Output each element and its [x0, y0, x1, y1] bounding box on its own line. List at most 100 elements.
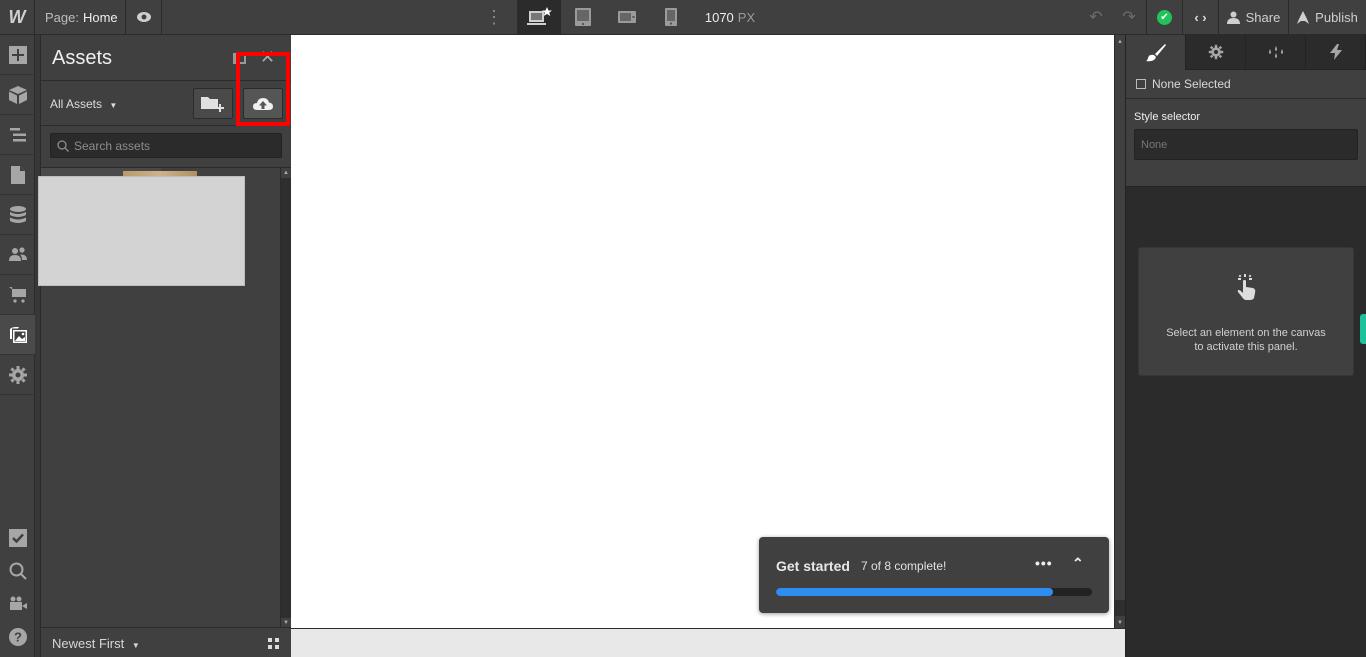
navigator-icon [9, 127, 26, 141]
style-selector-input[interactable]: None [1134, 129, 1358, 160]
drops-icon [1268, 46, 1283, 58]
tab-style-manager[interactable] [1246, 35, 1306, 70]
help-button[interactable]: ? [0, 620, 35, 653]
search-button[interactable] [0, 554, 35, 587]
side-feedback-tab[interactable] [1360, 314, 1366, 344]
publish-label: Publish [1315, 9, 1358, 25]
sort-label: Newest First [52, 636, 125, 651]
user-icon [1226, 11, 1240, 24]
users-button[interactable] [0, 235, 35, 275]
video-camera-icon [9, 596, 27, 610]
pointer-hand-icon [1139, 274, 1353, 306]
svg-text:?: ? [14, 629, 22, 644]
style-selector-section: Style selector None [1126, 99, 1366, 187]
rocket-icon [1297, 10, 1310, 24]
publish-button[interactable]: Publish [1289, 0, 1366, 34]
symbols-button[interactable] [0, 75, 35, 115]
selection-checkbox[interactable] [1136, 79, 1146, 89]
empty-state-line2: to activate this panel. [1194, 341, 1298, 353]
redo-button[interactable]: ↷ [1112, 0, 1147, 34]
get-started-more-button[interactable]: ••• [1035, 555, 1053, 571]
get-started-progress-bar [776, 588, 1092, 596]
cms-button[interactable] [0, 195, 35, 235]
search-icon [57, 139, 69, 152]
highlight-box [236, 52, 290, 126]
asset-list: ▲ ▼ [38, 167, 291, 628]
ecommerce-button[interactable] [0, 275, 35, 315]
left-toolbar: ? [0, 35, 35, 657]
selector-section: None Selected Style selector None [1126, 70, 1366, 187]
asset-list-scrollbar[interactable]: ▲ ▼ [280, 168, 291, 628]
site-status-button[interactable]: ✔ [1147, 0, 1183, 34]
get-started-title: Get started [776, 558, 850, 574]
assets-footer: Newest First ▼ [41, 627, 291, 657]
help-icon: ? [8, 627, 27, 646]
device-desktop[interactable] [517, 0, 561, 34]
new-folder-button[interactable] [193, 88, 233, 119]
asset-preview-overlay [38, 176, 245, 286]
redo-icon: ↷ [1122, 9, 1136, 26]
database-icon [9, 205, 26, 223]
search-assets-input[interactable]: Search assets [50, 133, 282, 158]
canvas-width-unit: PX [737, 9, 756, 25]
page-prefix: Page: [45, 9, 79, 25]
pages-button[interactable] [0, 155, 35, 195]
checkbox-icon [8, 528, 27, 547]
users-icon [8, 246, 27, 261]
panel-title: Assets [52, 47, 113, 69]
page-switcher[interactable]: Page: Home [35, 0, 126, 34]
navigator-button[interactable] [0, 115, 35, 155]
get-started-collapse-button[interactable]: ⌃ [1072, 555, 1084, 572]
undo-icon: ↶ [1089, 9, 1103, 26]
dots-vertical-icon: ⋮ [485, 6, 503, 27]
dots-horizontal-icon: ••• [1035, 555, 1053, 571]
settings-button[interactable] [0, 355, 35, 395]
audit-button[interactable] [0, 521, 35, 554]
more-options-button[interactable]: ⋮ [480, 0, 508, 34]
page-name: Home [82, 9, 118, 25]
add-elements-button[interactable] [0, 35, 35, 75]
device-mobile-portrait[interactable] [649, 0, 693, 34]
right-panel-tabs [1126, 35, 1366, 70]
assets-button[interactable] [0, 315, 35, 355]
plus-square-icon [8, 45, 27, 64]
images-icon [9, 326, 27, 343]
undo-button[interactable]: ↶ [1085, 0, 1107, 34]
tab-style[interactable] [1126, 35, 1186, 70]
scroll-up-icon[interactable]: ▲ [1115, 37, 1125, 47]
code-export-button[interactable]: ‹ › [1183, 0, 1219, 34]
tab-settings[interactable] [1186, 35, 1246, 70]
webflow-logo[interactable]: W [0, 0, 35, 34]
search-icon [9, 562, 27, 580]
preview-button[interactable] [126, 0, 162, 34]
caret-down-icon: ▼ [131, 641, 140, 650]
folder-filter-select[interactable]: All Assets ▼ [50, 97, 117, 111]
device-mobile-landscape[interactable] [605, 0, 649, 34]
scrollbar-track [1115, 600, 1125, 616]
mobile-portrait-icon [665, 8, 677, 26]
folder-filter-label: All Assets [50, 97, 103, 111]
cart-icon [8, 286, 26, 303]
scroll-down-icon[interactable]: ▼ [1115, 618, 1125, 628]
canvas-scrollbar[interactable]: ▲ ▼ [1114, 35, 1125, 628]
grid-icon[interactable] [268, 638, 279, 649]
selection-label: None Selected [1152, 77, 1231, 91]
gear-icon [8, 365, 27, 384]
scroll-up-icon[interactable]: ▲ [281, 168, 291, 178]
tab-interactions[interactable] [1306, 35, 1366, 70]
paintbrush-icon [1145, 43, 1166, 61]
get-started-card: Get started 7 of 8 complete! ••• ⌃ [759, 537, 1109, 613]
search-placeholder: Search assets [74, 138, 151, 153]
right-panel: None Selected Style selector None Select… [1125, 35, 1366, 657]
style-selector-placeholder: None [1141, 138, 1168, 151]
share-button[interactable]: Share [1219, 0, 1289, 34]
assets-panel: Assets ✕ All Assets ▼ Search assets ▲ ▼ … [38, 35, 291, 657]
device-tablet[interactable] [561, 0, 605, 34]
style-selector-label: Style selector [1134, 111, 1201, 123]
share-label: Share [1245, 9, 1281, 25]
gear-icon [1208, 44, 1223, 60]
progress-fill [776, 588, 1053, 596]
eye-icon [136, 12, 151, 22]
video-tutorials-button[interactable] [0, 587, 35, 620]
sort-select[interactable]: Newest First ▼ [52, 636, 140, 651]
